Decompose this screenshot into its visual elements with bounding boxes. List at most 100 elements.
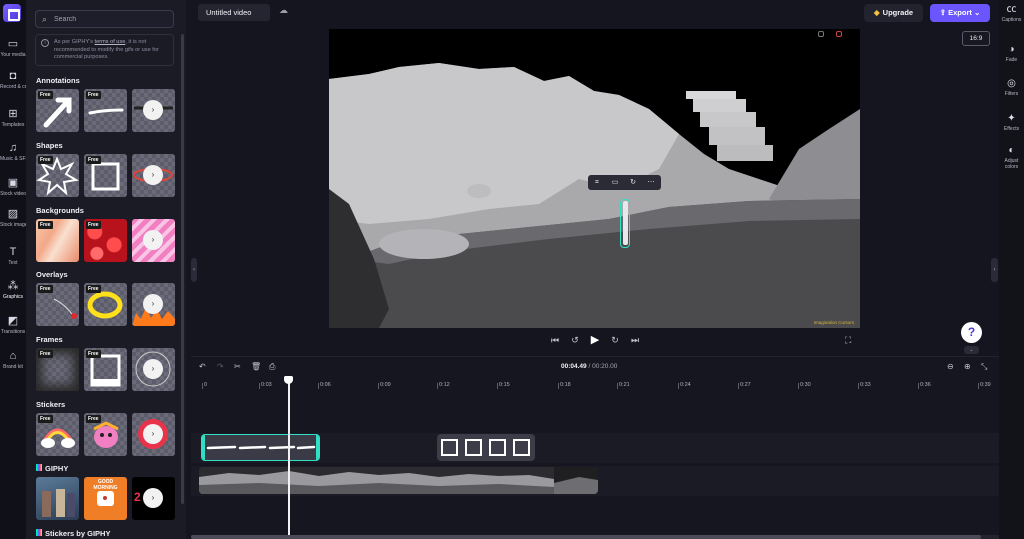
upgrade-button[interactable]: ◆ Upgrade	[864, 4, 923, 22]
more-arrow-icon[interactable]: ›	[143, 488, 163, 508]
aspect-ratio-button[interactable]: 16:9	[962, 31, 990, 46]
free-badge: Free	[86, 285, 101, 293]
right-properties-rail: ㏄ Captions ◑ Fade ◎ Filters ✦ Effects ◐ Adjus…	[999, 0, 1024, 539]
rail-item-effects[interactable]: ✦ Effects	[999, 113, 1024, 132]
giphy-tile-people[interactable]	[36, 477, 79, 520]
panel-scrollbar[interactable]	[181, 34, 184, 504]
add-media-icon[interactable]: ⎙	[269, 362, 275, 372]
rewind-5s-icon[interactable]: ↺	[568, 335, 582, 346]
ruler-tick	[558, 383, 559, 389]
annotation-tile-arrow[interactable]: Free	[36, 89, 79, 132]
preview-credit-text: Imagination Cursors	[813, 320, 854, 325]
shape-tile-square[interactable]: Free	[84, 154, 127, 197]
more-arrow-icon[interactable]: ›	[143, 359, 163, 379]
cloud-sync-off-icon[interactable]: ☁	[279, 5, 288, 16]
clip-trim-handle-left[interactable]	[202, 435, 205, 460]
more-arrow-icon[interactable]: ›	[143, 294, 163, 314]
timeline-ruler[interactable]: 0 0:03 0:06 0:09 0:12 0:15 0:18 0:21 0:2…	[191, 377, 999, 389]
terms-of-use-link[interactable]: terms of use	[95, 39, 126, 45]
more-options-icon[interactable]: ⋯	[645, 177, 657, 188]
rail-item-stock-video[interactable]: ▣ Stock video	[0, 177, 26, 211]
search-box[interactable]: ⌕	[35, 10, 174, 28]
skip-to-end-icon[interactable]: ⏭	[628, 335, 642, 346]
playhead-line[interactable]	[288, 376, 290, 539]
background-tile-hearts[interactable]: Free	[84, 219, 127, 262]
brand-kit-icon: ⌂	[9, 350, 17, 362]
annotation-tile-line[interactable]: Free	[84, 89, 127, 132]
ruler-tick	[678, 383, 679, 389]
forward-5s-icon[interactable]: ↻	[608, 335, 622, 346]
sticker-tile-rainbow-cloud[interactable]: Free	[36, 413, 79, 456]
crop-icon[interactable]: ⌗	[591, 177, 603, 188]
zoom-out-icon[interactable]: ⊖	[947, 362, 954, 371]
frame-tile-more[interactable]: ›	[132, 348, 175, 391]
background-tile-peach-waves[interactable]: Free	[36, 219, 79, 262]
collapse-left-panel-button[interactable]: ‹	[191, 258, 197, 282]
rail-item-stock-images[interactable]: ▨Stock images	[0, 208, 26, 242]
delete-icon[interactable]: 🗑	[251, 362, 261, 371]
watermark-badge-left	[818, 31, 824, 37]
fullscreen-icon[interactable]: ⛶	[845, 335, 851, 346]
free-badge: Free	[86, 91, 101, 99]
rail-item-record-create[interactable]: ◘Record & create	[0, 70, 26, 104]
annotation-tile-more[interactable]: ›	[132, 89, 175, 132]
shape-tile-more[interactable]: ›	[132, 154, 175, 197]
more-arrow-icon[interactable]: ›	[143, 424, 163, 444]
more-arrow-icon[interactable]: ›	[143, 230, 163, 250]
collapse-right-panel-button[interactable]: ›	[991, 258, 998, 282]
timeline-clip-square-shape[interactable]	[437, 434, 535, 461]
more-arrow-icon[interactable]: ›	[143, 100, 163, 120]
fit-icon[interactable]: ▭	[609, 177, 621, 188]
sticker-tile-pink-face[interactable]: Free	[84, 413, 127, 456]
overlay-tile-ring[interactable]: Free	[84, 283, 127, 326]
clip-trim-handle-right[interactable]	[316, 435, 319, 460]
timeline-horizontal-scrollbar[interactable]	[191, 535, 999, 539]
timeline-clip-video[interactable]	[199, 467, 598, 494]
skip-to-start-icon[interactable]: ⏮	[548, 335, 562, 346]
rail-item-brand-kit[interactable]: ⌂ Brand kit	[0, 350, 26, 384]
app-logo-icon[interactable]	[3, 4, 21, 22]
shape-tile-burst[interactable]: Free	[36, 154, 79, 197]
rail-item-text[interactable]: T Text	[0, 246, 26, 280]
rail-item-transitions[interactable]: ◩ Transitions	[0, 315, 26, 349]
rotate-icon[interactable]: ↻	[627, 177, 639, 188]
redo-icon[interactable]: ↷	[217, 362, 224, 371]
undo-icon[interactable]: ↶	[199, 362, 206, 371]
sticker-tile-more[interactable]: ›	[132, 413, 175, 456]
upload-icon: ⇪	[939, 8, 949, 17]
frame-tile-vignette[interactable]: Free	[36, 348, 79, 391]
play-button-icon[interactable]: ▶	[588, 333, 602, 346]
split-scissors-icon[interactable]: ✂	[234, 362, 241, 371]
selected-element-frame[interactable]	[620, 199, 630, 248]
giphy-tile-more[interactable]: 2 ›	[132, 477, 175, 520]
rail-item-graphics[interactable]: ⁂ Graphics	[0, 280, 26, 314]
ruler-label: 0:18	[560, 382, 571, 388]
zoom-in-icon[interactable]: ⊕	[964, 362, 971, 371]
frame-tile-polaroid[interactable]: Free	[84, 348, 127, 391]
timeline-scroll-thumb[interactable]	[191, 535, 981, 539]
project-title-field[interactable]: Untitled video	[198, 4, 270, 21]
help-collapse-chevron-icon[interactable]: ⌄	[964, 346, 979, 354]
overlay-tile-string[interactable]: Free	[36, 283, 79, 326]
search-input[interactable]	[54, 13, 169, 26]
rail-item-your-media[interactable]: ▭ Your media	[0, 38, 26, 72]
rail-item-filters[interactable]: ◎ Filters	[999, 78, 1024, 97]
export-button[interactable]: ⇪ Export ⌄	[930, 4, 990, 22]
background-tile-more[interactable]: ›	[132, 219, 175, 262]
overlay-tile-more[interactable]: ›	[132, 283, 175, 326]
free-badge: Free	[38, 350, 53, 358]
rail-item-adjust-colors[interactable]: ◐ Adjust colors	[999, 145, 1024, 170]
help-button[interactable]: ?	[961, 322, 982, 343]
timeline-clip-annotation-line[interactable]	[201, 434, 320, 461]
templates-icon: ⊞	[8, 108, 18, 120]
more-arrow-icon[interactable]: ›	[143, 165, 163, 185]
zoom-to-fit-icon[interactable]: ⤡	[981, 362, 987, 372]
video-preview[interactable]: ⌗ ▭ ↻ ⋯ Imagination Cursors	[329, 29, 860, 328]
rail-item-templates[interactable]: ⊞ Templates	[0, 108, 26, 142]
ruler-tick	[497, 383, 498, 389]
rail-item-music-sfx[interactable]: ♫Music & SFX	[0, 142, 26, 176]
giphy-tile-good-morning[interactable]: GOOD MORNING	[84, 477, 127, 520]
rail-item-fade[interactable]: ◑ Fade	[999, 44, 1024, 63]
rail-item-captions[interactable]: ㏄ Captions	[999, 4, 1024, 23]
ruler-tick	[437, 383, 438, 389]
